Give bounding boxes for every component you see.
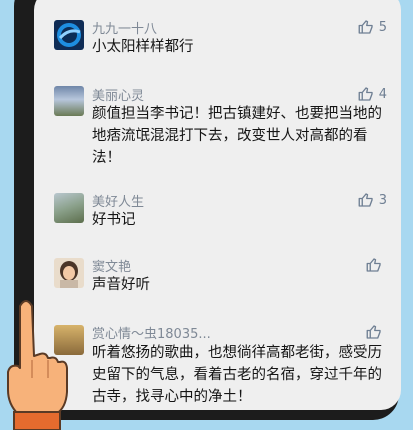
comment-username[interactable]: 窦文艳 — [92, 256, 131, 275]
rock-landscape-avatar[interactable] — [54, 193, 84, 223]
comment-text: 小太阳样样都行 — [92, 39, 194, 55]
like-button[interactable] — [365, 323, 387, 341]
comment-username[interactable]: 赏心情～虫18035... — [92, 323, 211, 342]
landscape-avatar[interactable] — [54, 86, 84, 116]
thumbs-up-icon — [366, 258, 381, 272]
like-count: 3 — [378, 192, 387, 208]
comment-text: 声音好听 — [92, 277, 150, 293]
portrait-avatar[interactable] — [54, 258, 84, 288]
thumbs-up-icon — [358, 193, 373, 207]
comment-username[interactable]: 美丽心灵 — [92, 85, 144, 104]
comment-text: 颜值担当李书记！把古镇建好、也要把当地的地痞流氓混混打下去，改变世人对高都的看法… — [92, 106, 382, 166]
blue-swirl-avatar[interactable] — [54, 20, 84, 50]
comment-text: 听着悠扬的歌曲，也想徜徉高都老街，感受历史留下的气息，看着古老的名宿，穿过千年的… — [92, 345, 382, 405]
comment-list[interactable]: 九九一十八 小太阳样样都行 5 美丽心灵 颜值担当李书记！把古镇建好、也要把当地… — [34, 0, 401, 410]
thumbs-up-icon — [358, 87, 373, 101]
comment-text: 好书记 — [92, 212, 136, 228]
comment-username[interactable]: 美好人生 — [92, 191, 144, 210]
pointing-hand-icon — [7, 300, 68, 430]
comment-username[interactable]: 九九一十八 — [92, 18, 157, 37]
like-button[interactable] — [365, 256, 387, 274]
like-button[interactable]: 3 — [357, 191, 387, 209]
like-count: 4 — [378, 86, 387, 102]
thumbs-up-icon — [358, 20, 373, 34]
like-button[interactable]: 4 — [357, 85, 387, 103]
like-button[interactable]: 5 — [357, 18, 387, 36]
like-count: 5 — [378, 19, 387, 35]
thumbs-up-icon — [366, 325, 381, 339]
